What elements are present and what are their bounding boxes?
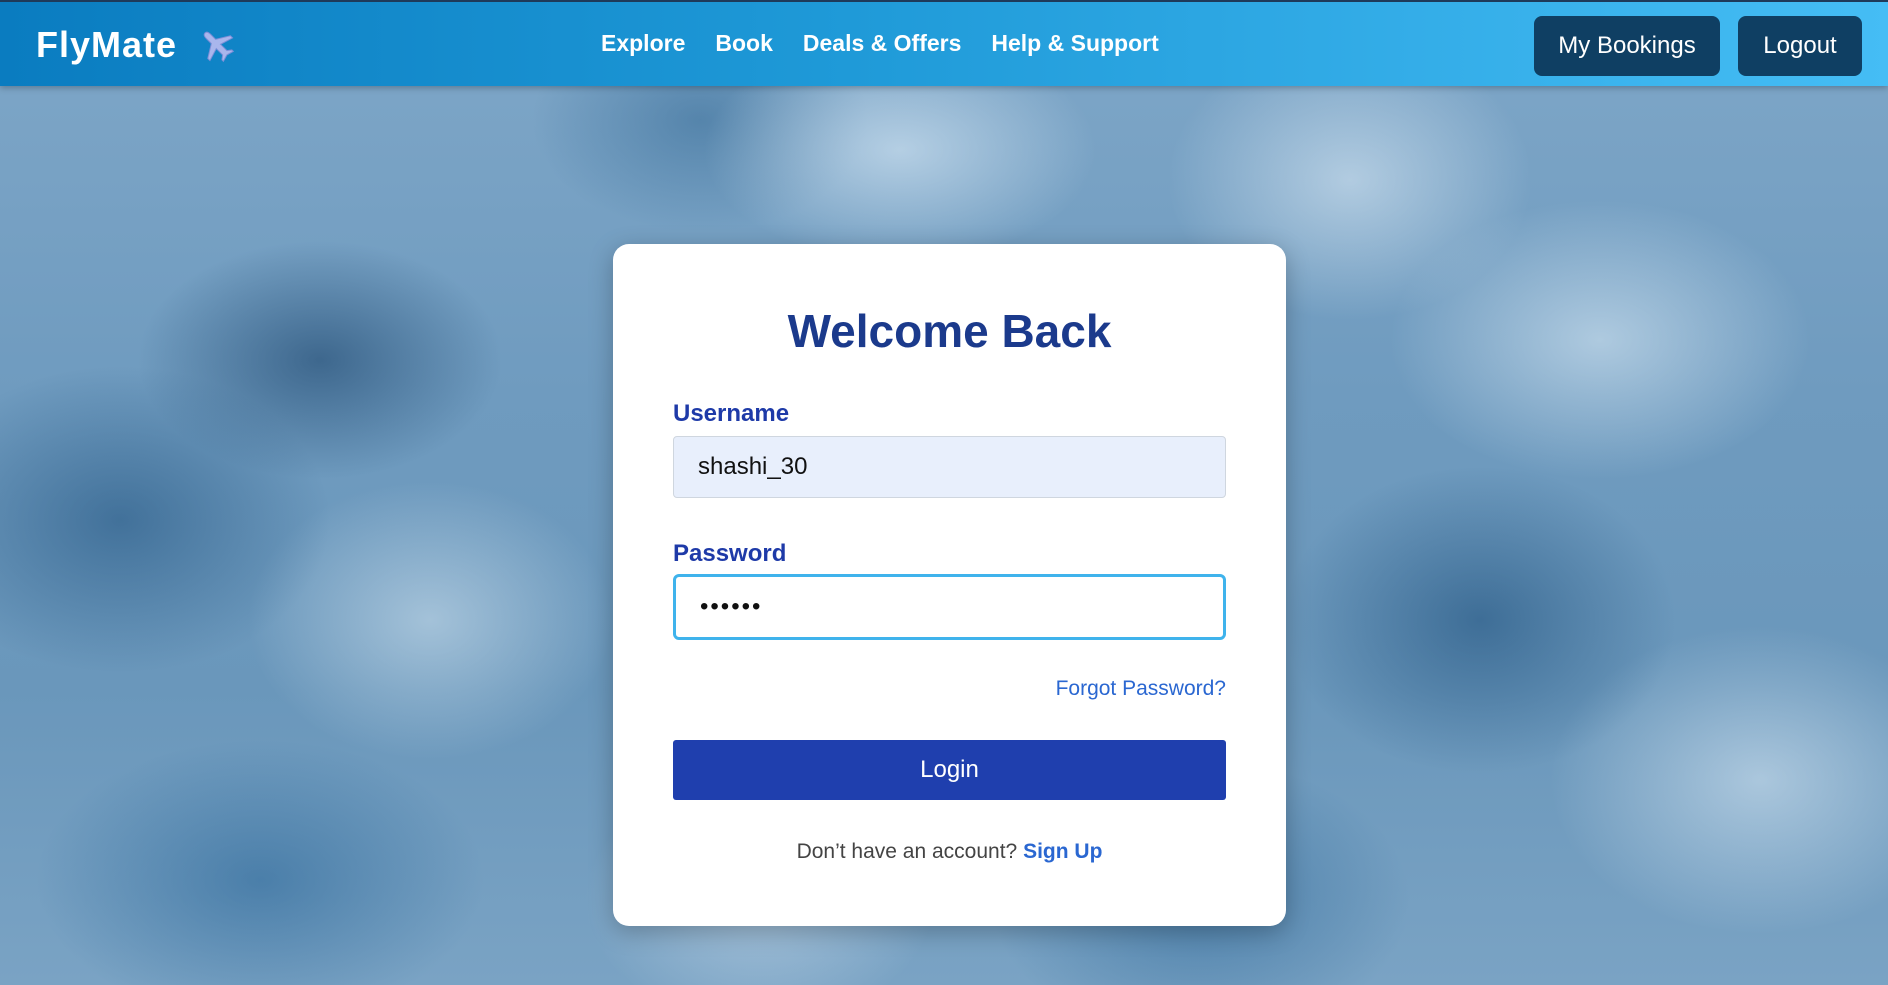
username-input[interactable]: [673, 436, 1226, 498]
my-bookings-button[interactable]: My Bookings: [1534, 16, 1720, 76]
main-nav: Explore Book Deals & Offers Help & Suppo…: [601, 30, 1159, 57]
signup-row: Don’t have an account? Sign Up: [613, 840, 1286, 864]
password-label: Password: [673, 540, 787, 567]
nav-book[interactable]: Book: [715, 30, 773, 57]
nav-help-support[interactable]: Help & Support: [991, 30, 1158, 57]
airplane-icon: [197, 25, 237, 65]
signup-link[interactable]: Sign Up: [1023, 840, 1102, 863]
top-navbar: FlyMate Explore Book Deals & Offers Help…: [0, 0, 1888, 86]
password-input[interactable]: [673, 574, 1226, 640]
signup-prompt: Don’t have an account?: [796, 840, 1018, 863]
brand-name: FlyMate: [36, 24, 178, 65]
nav-explore[interactable]: Explore: [601, 30, 685, 57]
logout-button[interactable]: Logout: [1738, 16, 1862, 76]
login-card: Welcome Back Username Password Forgot Pa…: [613, 244, 1286, 926]
forgot-password-link[interactable]: Forgot Password?: [1056, 677, 1226, 701]
username-label: Username: [673, 400, 790, 427]
brand-logo[interactable]: FlyMate: [36, 24, 237, 66]
login-button[interactable]: Login: [673, 740, 1226, 800]
nav-deals-offers[interactable]: Deals & Offers: [803, 30, 962, 57]
page-title: Welcome Back: [787, 305, 1112, 357]
